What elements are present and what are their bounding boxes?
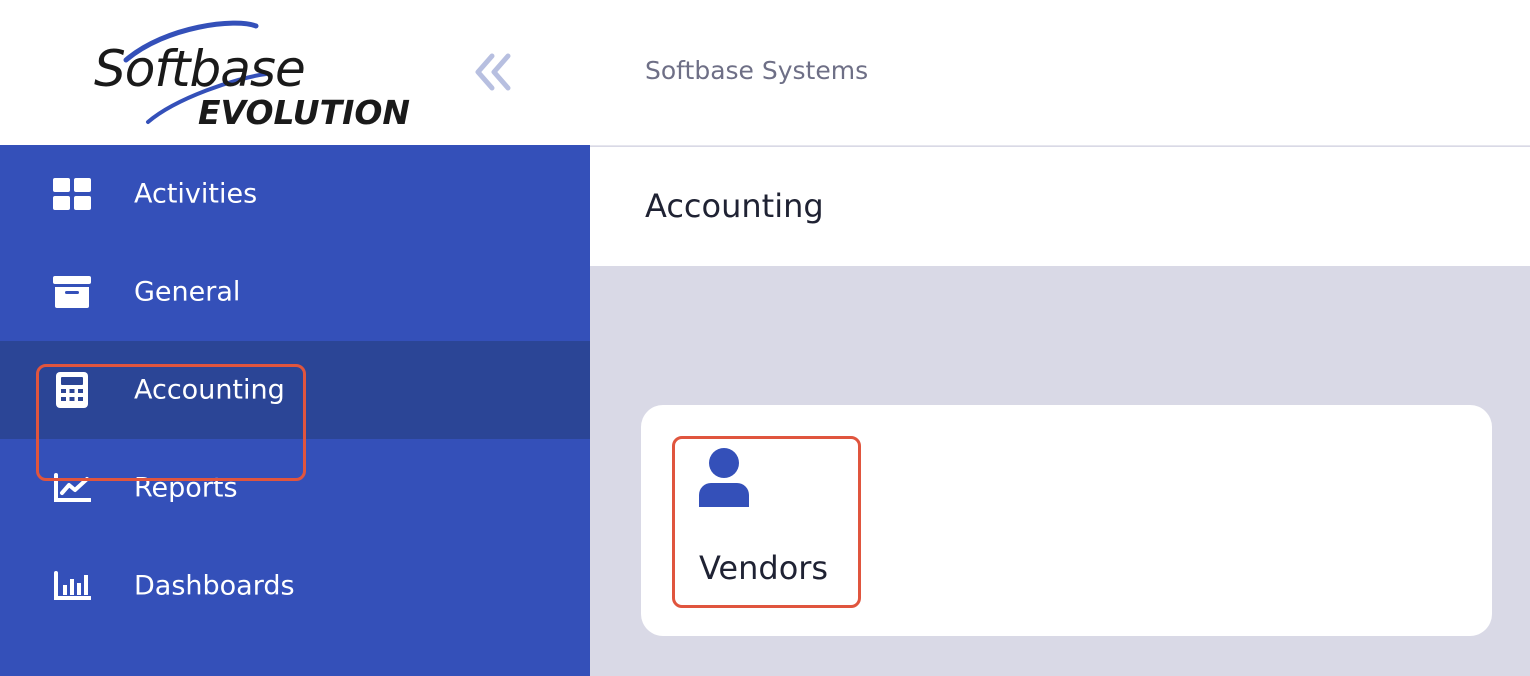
logo-text-softbase: Softbase (94, 40, 306, 98)
archive-box-icon (52, 272, 92, 312)
bar-chart-icon (52, 566, 92, 606)
sidebar-item-reports[interactable]: Reports (0, 439, 590, 537)
vendors-tile[interactable]: Vendors (672, 436, 861, 608)
top-bar: Softbase Systems (590, 0, 1530, 146)
org-name: Softbase Systems (645, 56, 869, 85)
sidebar-item-label: Activities (134, 178, 258, 210)
logo-area: Softbase EVOLUTION (0, 0, 590, 145)
sidebar-nav: Activities General Accounting Reports Da… (0, 145, 590, 635)
user-icon (697, 447, 751, 513)
sidebar-item-activities[interactable]: Activities (0, 145, 590, 243)
sidebar-item-label: Reports (134, 472, 238, 504)
sidebar: Softbase EVOLUTION Activities General Ac… (0, 0, 590, 676)
sidebar-item-general[interactable]: General (0, 243, 590, 341)
logo-text-evolution: EVOLUTION (198, 93, 411, 132)
softbase-logo: Softbase EVOLUTION (86, 18, 426, 136)
collapse-sidebar-button[interactable] (470, 50, 518, 94)
calculator-icon (52, 370, 92, 410)
grid-icon (52, 174, 92, 214)
chart-line-icon (52, 468, 92, 508)
page-title: Accounting (645, 187, 824, 225)
page-header: Accounting (590, 147, 1530, 266)
sidebar-item-dashboards[interactable]: Dashboards (0, 537, 590, 635)
chevrons-left-icon (475, 53, 511, 91)
sidebar-item-accounting[interactable]: Accounting (0, 341, 590, 439)
sidebar-item-label: Accounting (134, 374, 285, 406)
tile-label: Vendors (699, 549, 829, 587)
sidebar-item-label: Dashboards (134, 570, 295, 602)
sidebar-item-label: General (134, 276, 241, 308)
